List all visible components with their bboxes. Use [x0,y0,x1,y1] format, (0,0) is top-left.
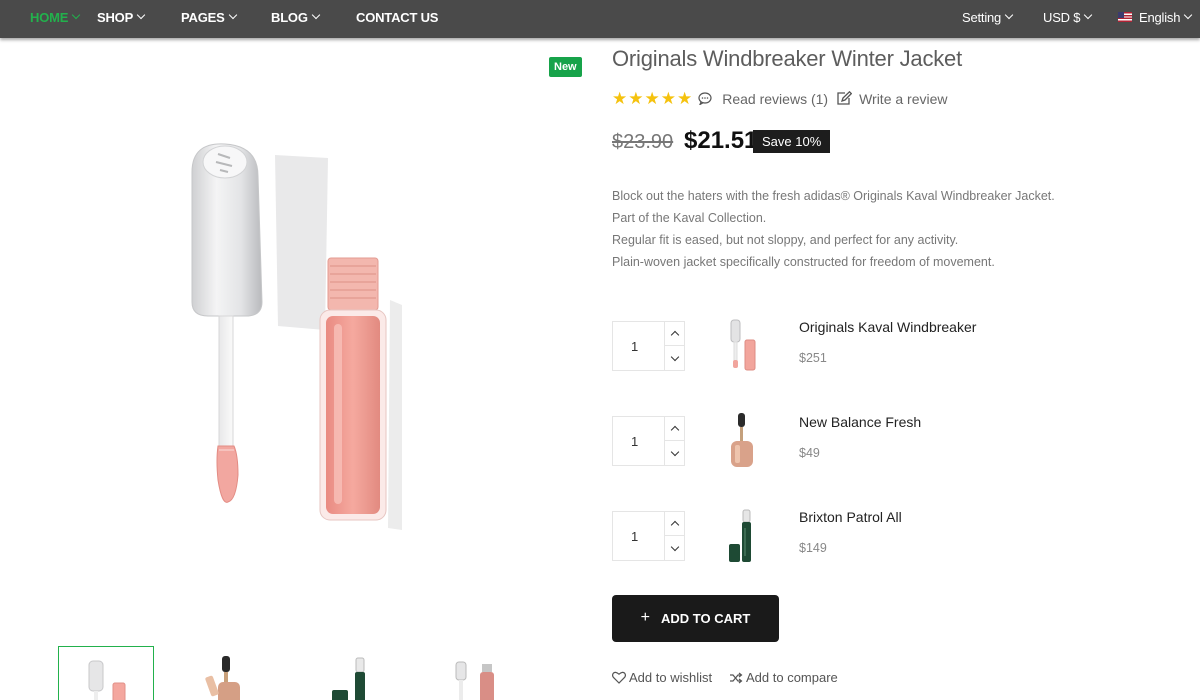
product-description: Block out the haters with the fresh adid… [612,185,1055,273]
plus-icon: + [640,608,651,626]
nav-pages[interactable]: PAGES [181,0,237,34]
setting-dropdown[interactable]: Setting [962,0,1014,34]
description-line: Regular fit is eased, but not sloppy, an… [612,233,959,247]
nav-blog-label: BLOG [271,9,308,25]
bundle-item-price: $251 [799,351,827,365]
rating-row: ★ ★ ★ ★ ★ Read reviews (1) Write a revie… [612,90,948,107]
add-to-compare-link[interactable]: Add to compare [729,670,838,685]
currency-dropdown[interactable]: USD $ [1043,0,1093,34]
star-icon: ★ [628,89,644,108]
chevron-down-icon [1184,10,1193,20]
chevron-up-icon [670,425,679,435]
chevron-down-icon [1004,10,1014,20]
currency-label: USD $ [1043,9,1081,25]
discount-badge: Save 10% [753,130,831,153]
add-to-cart-button[interactable]: + ADD TO CART [612,595,779,642]
nav-home[interactable]: HOME [30,0,81,34]
star-icon: ★ [677,89,693,108]
chevron-down-icon [670,447,679,456]
nav-contact-label: CONTACT US [356,9,439,25]
dropper-bottle-icon[interactable] [717,411,767,471]
old-price: $23.90 [612,131,674,153]
add-to-cart-label: ADD TO CART [661,611,751,626]
chevron-down-icon [670,542,679,551]
description-line: Block out the haters with the fresh adid… [612,189,1055,203]
quantity-stepper[interactable]: 1 [612,321,685,371]
chevron-down-icon [670,352,679,361]
bundle-item-price: $149 [799,541,827,555]
lip-gloss-thumb-icon [88,660,126,700]
quantity-decrease-button[interactable] [665,536,684,560]
product-thumb-icon [455,661,494,700]
description-line: Part of the Kaval Collection. [612,211,767,225]
compare-label: Add to compare [746,670,838,685]
wishlist-label: Add to wishlist [629,670,713,685]
current-price: $21.51 [684,127,758,154]
star-icon: ★ [660,89,676,108]
bundle-item: 1 Brixton Patrol All $149 [612,509,1032,562]
nav-blog[interactable]: BLOG [271,0,321,34]
product-title: Originals Windbreaker Winter Jacket [612,46,963,71]
us-flag-icon [1118,12,1132,22]
chevron-down-icon [311,10,321,20]
nav-shop-label: SHOP [97,9,134,25]
top-navigation-bar: HOME SHOP PAGES BLOG CONTACT US Setting … [0,0,1200,38]
description-line: Plain-woven jacket specifically construc… [612,255,995,269]
star-icon: ★ [612,89,628,108]
bundle-item: 1 New Balance Fresh $49 [612,413,1032,467]
thumbnail-2[interactable] [180,646,276,700]
quantity-increase-button[interactable] [665,322,684,346]
quantity-value[interactable]: 1 [631,529,638,544]
quantity-increase-button[interactable] [665,417,684,441]
setting-label: Setting [962,9,1002,25]
chevron-down-icon [1084,10,1093,20]
new-badge: New [549,57,582,77]
quantity-increase-button[interactable] [665,512,684,536]
quantity-value[interactable]: 1 [631,339,638,354]
serum-bottle-icon[interactable] [717,506,767,566]
quantity-decrease-button[interactable] [665,346,684,370]
shuffle-icon [730,672,743,683]
edit-icon [837,91,853,105]
heart-icon [612,671,626,684]
thumbnail-1[interactable] [58,646,154,700]
bundle-item-name[interactable]: Brixton Patrol All [799,509,902,525]
quantity-decrease-button[interactable] [665,441,684,465]
chevron-down-icon [71,10,81,20]
dropper-bottle-thumb-icon [205,656,240,700]
nav-home-label: HOME [30,9,69,25]
quantity-value[interactable]: 1 [631,434,638,449]
chevron-up-icon [670,520,679,530]
nav-contact[interactable]: CONTACT US [356,0,438,34]
nav-pages-label: PAGES [181,9,225,25]
quantity-stepper[interactable]: 1 [612,416,685,466]
lip-gloss-icon[interactable] [717,316,767,376]
read-reviews-link[interactable]: Read reviews (1) [722,91,828,107]
thumbnail-3[interactable] [306,646,402,700]
product-main-image[interactable] [150,130,450,550]
chevron-up-icon [670,330,679,340]
nav-shop[interactable]: SHOP [97,0,146,34]
star-icon: ★ [644,89,660,108]
add-to-wishlist-link[interactable]: Add to wishlist [612,670,712,685]
serum-bottle-thumb-icon [332,657,365,700]
write-review-link[interactable]: Write a review [859,91,947,107]
bundle-item-name[interactable]: New Balance Fresh [799,414,921,430]
comment-icon [698,92,712,105]
bundle-item-name[interactable]: Originals Kaval Windbreaker [799,319,976,335]
quantity-stepper[interactable]: 1 [612,511,685,561]
language-dropdown[interactable]: English [1118,0,1193,34]
language-label: English [1139,9,1181,25]
chevron-down-icon [228,10,237,20]
bundle-item: 1 Originals Kaval Windbreaker $251 [612,319,1032,371]
bundle-item-price: $49 [799,446,820,460]
chevron-down-icon [136,10,146,20]
thumbnail-4[interactable] [432,646,528,700]
